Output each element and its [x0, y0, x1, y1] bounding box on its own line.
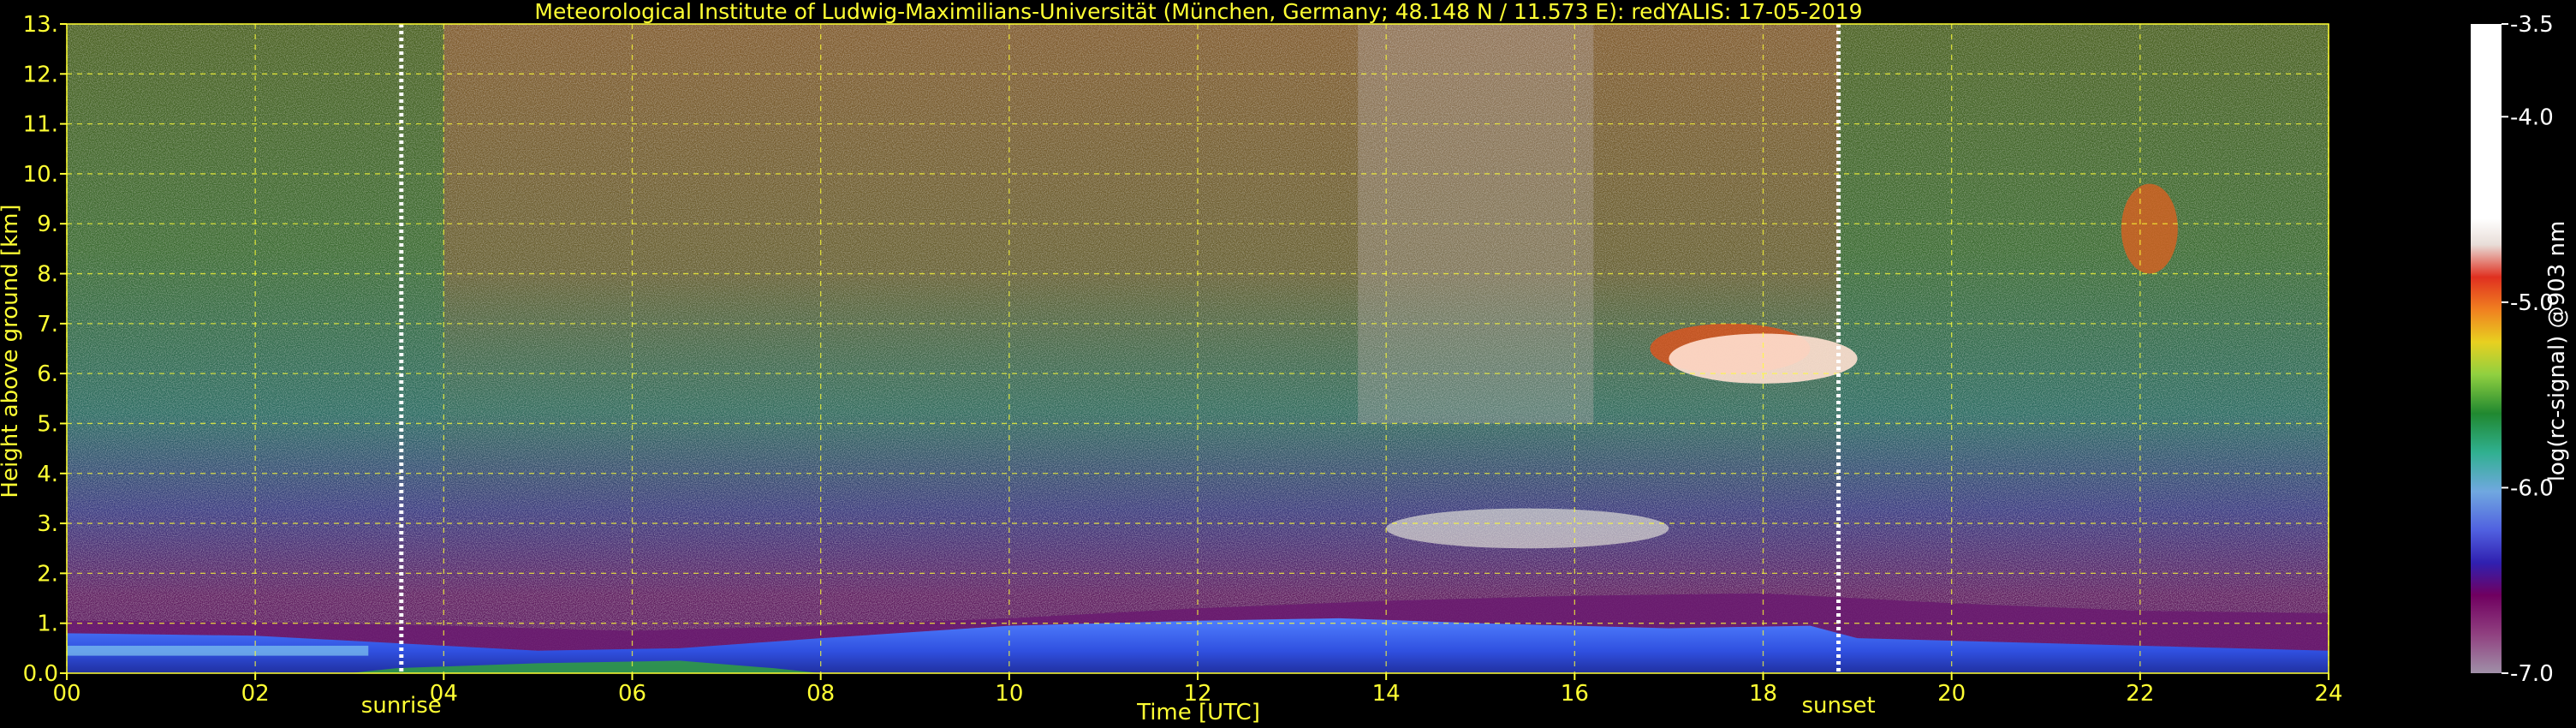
y-tick-label: 2.	[37, 561, 58, 587]
y-tick-label: 5.	[37, 411, 58, 437]
y-tick-label: 10.	[23, 162, 58, 188]
x-tick-label: 04	[430, 681, 458, 707]
y-tick-label: 1.	[37, 612, 58, 637]
x-tick-label: 16	[1561, 681, 1589, 707]
y-tick-label: 12.	[23, 62, 58, 87]
y-tick-label: 7.	[37, 312, 58, 337]
cirrus-cloud	[2121, 183, 2178, 274]
colorbar-tick-label: -7.0	[2510, 661, 2554, 687]
y-tick-label: 11.	[23, 112, 58, 138]
x-tick-label: 06	[618, 681, 646, 707]
y-tick-label: 8.	[37, 262, 58, 288]
colorbar-tick-label: -4.0	[2510, 104, 2554, 130]
y-tick-label: 6.	[37, 361, 58, 387]
x-tick-label: 24	[2314, 681, 2342, 707]
y-tick-label: 0.0	[23, 661, 58, 687]
x-tick-label: 20	[1937, 681, 1966, 707]
x-tick-label: 18	[1749, 681, 1777, 707]
colorbar-label: log(rc-signal) @903 nm	[2544, 221, 2570, 482]
low-cloud	[1386, 508, 1669, 549]
colorbar: -3.5-4.0-5.0-6.0-7.0	[2471, 12, 2554, 687]
y-tick-label: 9.	[37, 212, 58, 237]
colorbar-tick-label: -3.5	[2510, 12, 2554, 38]
x-tick-label: 14	[1372, 681, 1401, 707]
lidar-chart: sunrise sunset 00 02 04 06 08 10 12 14 16 18 20 22 24…	[0, 0, 2570, 725]
x-tick-label: 10	[995, 681, 1023, 707]
colorbar-scale	[2471, 24, 2502, 673]
y-tick-label: 3.	[37, 511, 58, 537]
y-axis-label: Height above ground [km]	[0, 204, 23, 498]
x-tick-label: 02	[241, 681, 270, 707]
y-tick-label: 13.	[23, 12, 58, 38]
chart-title: Meteorological Institute of Ludwig-Maxim…	[534, 0, 1862, 24]
x-axis-label: Time [UTC]	[1136, 700, 1260, 725]
x-tick-label: 22	[2126, 681, 2154, 707]
y-tick-label: 4.	[37, 462, 58, 487]
sunset-label: sunset	[1801, 693, 1875, 719]
night-residual-layer	[67, 645, 369, 656]
x-tick-label: 08	[806, 681, 835, 707]
